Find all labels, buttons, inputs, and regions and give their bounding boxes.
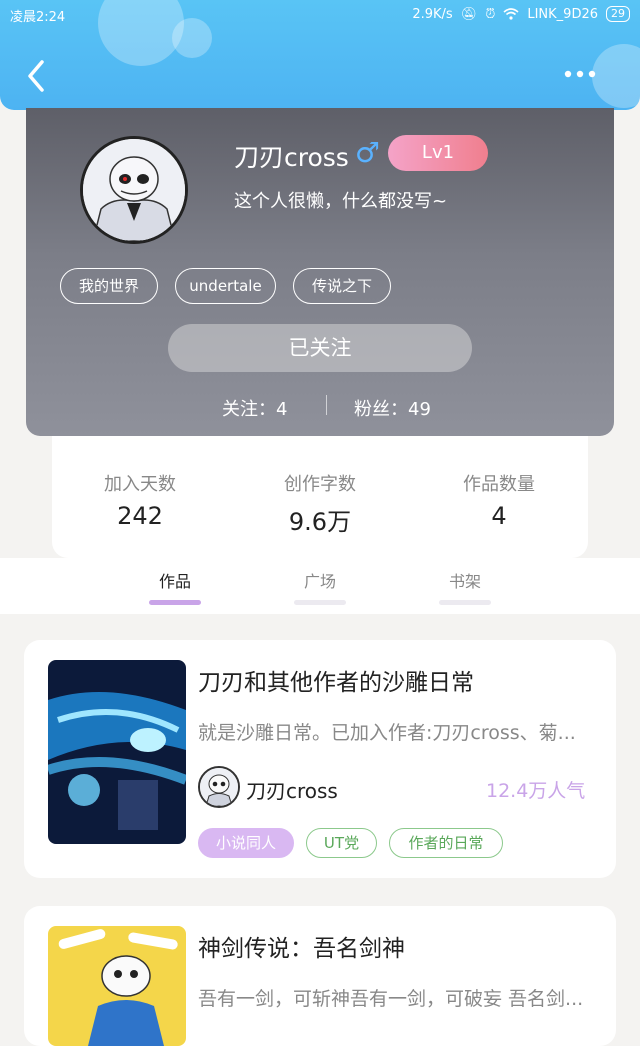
net-speed: 2.9K/s xyxy=(412,6,453,22)
status-indicators: 2.9K/s 🔕︎ ⏰︎ LINK_9D26 29 xyxy=(412,6,630,22)
work-description: 吾有一剑，可斩神吾有一剑，可破妄 吾名剑... xyxy=(198,988,584,1010)
cover-art-blue-dragon xyxy=(48,660,186,844)
stat-value: 242 xyxy=(117,502,163,530)
stat-label: 创作字数 xyxy=(284,474,356,495)
followers-count[interactable]: 粉丝：49 xyxy=(354,395,431,421)
work-cover-image[interactable] xyxy=(48,926,186,1046)
level-badge: Lv1 xyxy=(388,135,488,171)
stat-value: 9.6万 xyxy=(288,508,352,536)
user-bio: 这个人很懒，什么都没写~ xyxy=(234,191,448,212)
interest-tag[interactable]: 我的世界 xyxy=(60,268,158,304)
avatar-skull-icon xyxy=(83,139,185,241)
wifi-name: LINK_9D26 xyxy=(527,6,598,22)
tab-works[interactable]: 作品 xyxy=(135,568,215,592)
work-title: 刀刃和其他作者的沙雕日常 xyxy=(198,670,474,696)
male-symbol-icon: ♂ xyxy=(355,136,381,169)
interest-tag[interactable]: undertale xyxy=(175,268,276,304)
tab-indicator xyxy=(149,600,201,605)
status-bar: 凌晨2:24 2.9K/s 🔕︎ ⏰︎ LINK_9D26 29 xyxy=(0,0,640,30)
cover-art-skeleton xyxy=(48,926,186,1046)
follow-button[interactable]: 已关注 xyxy=(168,324,472,372)
status-time: 凌晨2:24 xyxy=(10,10,66,25)
mute-icon: 🔕︎ xyxy=(460,6,478,22)
user-avatar[interactable] xyxy=(80,136,188,244)
tab-bookshelf[interactable]: 书架 xyxy=(425,568,505,592)
tab-square[interactable]: 广场 xyxy=(280,568,360,592)
stat-join-days: 加入天数 242 xyxy=(60,470,220,530)
stat-word-count: 创作字数 9.6万 xyxy=(240,470,400,537)
more-options-icon[interactable] xyxy=(560,62,600,86)
tab-indicator xyxy=(439,600,491,605)
back-arrow-icon[interactable] xyxy=(22,58,52,94)
wifi-icon xyxy=(503,8,519,20)
count-divider xyxy=(326,395,327,415)
username: 刀刃cross xyxy=(234,143,349,172)
stat-label: 作品数量 xyxy=(463,474,535,495)
popularity-count: 12.4万人气 xyxy=(486,780,586,802)
work-tag[interactable]: 小说同人 xyxy=(198,828,294,858)
alarm-icon: ⏰︎ xyxy=(485,6,496,22)
following-count[interactable]: 关注：4 xyxy=(222,395,287,421)
author-avatar[interactable] xyxy=(198,766,240,808)
stat-value: 4 xyxy=(491,502,507,530)
avatar-skull-icon xyxy=(200,768,238,806)
stat-work-count: 作品数量 4 xyxy=(419,470,579,530)
work-tag[interactable]: 作者的日常 xyxy=(389,828,503,858)
work-cover-image[interactable] xyxy=(48,660,186,844)
stat-label: 加入天数 xyxy=(104,474,176,495)
author-name[interactable]: 刀刃cross xyxy=(246,775,338,804)
work-description: 就是沙雕日常。已加入作者:刀刃cross、菊... xyxy=(198,722,576,744)
work-title: 神剑传说：吾名剑神 xyxy=(198,936,405,962)
interest-tag[interactable]: 传说之下 xyxy=(293,268,391,304)
battery-icon: 29 xyxy=(606,6,630,22)
tab-indicator xyxy=(294,600,346,605)
work-tag[interactable]: UT党 xyxy=(306,828,377,858)
